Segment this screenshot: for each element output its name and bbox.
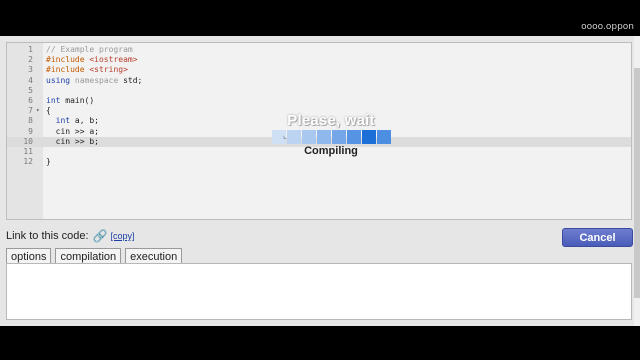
link-row: Link to this code: 🔗 [copy] bbox=[6, 229, 135, 243]
code-text: using namespace std; bbox=[46, 75, 143, 85]
line-number: 11 bbox=[23, 147, 33, 156]
page-scrollbar[interactable] bbox=[634, 36, 640, 326]
link-label: Link to this code: bbox=[6, 230, 89, 242]
top-bar: oooo.oppon bbox=[0, 0, 640, 36]
progress-segment bbox=[346, 130, 361, 144]
code-text: cin >> a; bbox=[46, 126, 99, 136]
scrollbar-thumb[interactable] bbox=[634, 68, 640, 298]
top-corner-text: oooo.oppon bbox=[581, 22, 634, 32]
code-line: 5 bbox=[7, 86, 631, 96]
progress-segment bbox=[376, 130, 391, 144]
code-text: #include <iostream> bbox=[46, 55, 138, 65]
line-number: 7 bbox=[28, 106, 33, 116]
line-number: 1 bbox=[28, 45, 33, 54]
code-text: cin >> b; bbox=[46, 136, 99, 146]
line-number: 5 bbox=[28, 85, 33, 95]
copy-link[interactable]: [copy] bbox=[111, 231, 135, 241]
line-number: 2 bbox=[28, 55, 33, 65]
code-text: // Example program bbox=[46, 45, 133, 54]
code-line: 6 int main() bbox=[7, 96, 631, 106]
code-text: #include <string> bbox=[46, 65, 128, 75]
progress-segment bbox=[331, 130, 346, 144]
code-text: { bbox=[46, 106, 51, 116]
code-line: 3 #include <string> bbox=[7, 65, 631, 75]
code-text: int main() bbox=[46, 96, 95, 105]
code-line: 2 #include <iostream> bbox=[7, 55, 631, 65]
code-text: int a, b; bbox=[55, 116, 99, 126]
please-wait-title: Please, wait bbox=[287, 112, 375, 129]
bottom-bar bbox=[0, 326, 640, 360]
code-text: } bbox=[46, 157, 51, 167]
line-number: 4 bbox=[28, 75, 33, 85]
compiling-status: Compiling bbox=[304, 145, 358, 157]
line-number: 8 bbox=[28, 116, 33, 126]
line-number: 9 bbox=[28, 126, 33, 136]
mouse-cursor-icon: ⌞ bbox=[283, 131, 287, 140]
fold-arrow-icon[interactable]: ▾ bbox=[36, 106, 40, 116]
code-line: 1 // Example program bbox=[7, 45, 631, 55]
progress-segment bbox=[286, 130, 301, 144]
code-line: 12} bbox=[7, 157, 631, 167]
line-number: 6 bbox=[28, 96, 33, 105]
link-icon[interactable]: 🔗 bbox=[93, 229, 108, 243]
progress-segment bbox=[301, 130, 316, 144]
cancel-button[interactable]: Cancel bbox=[562, 228, 633, 247]
page-content: 1// Example program 2 #include <iostream> 3… bbox=[0, 36, 640, 326]
line-number: 12 bbox=[23, 157, 33, 167]
line-number: 10 bbox=[23, 136, 33, 146]
code-line: 4 using namespace std; bbox=[7, 76, 631, 86]
line-number: 3 bbox=[28, 65, 33, 75]
output-panel bbox=[6, 263, 632, 320]
progress-segment bbox=[361, 130, 376, 144]
progress-segment bbox=[316, 130, 331, 144]
